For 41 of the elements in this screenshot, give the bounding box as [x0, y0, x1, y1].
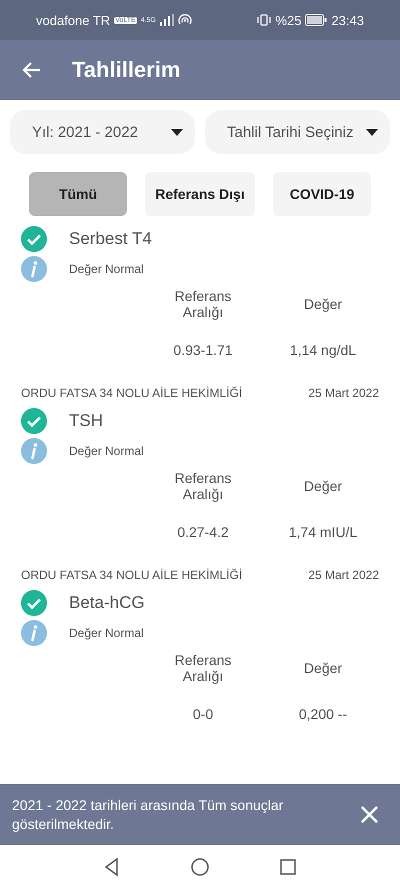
snackbar-message: 2021 - 2022 tarihleri arasında Tüm sonuçlar gösterilmektedir. [12, 796, 284, 834]
dropdown[interactable]: Yıl: 2021 - 2022 [10, 110, 195, 154]
clock: 23:43 [331, 12, 364, 28]
dropdown[interactable]: Tahlil Tarihi Seçiniz [205, 110, 390, 154]
filter-chip[interactable]: Tümü [29, 172, 127, 216]
test-name: TSH [69, 411, 103, 431]
column-heading: Referans Aralığı [174, 652, 232, 684]
status-text: Değer Normal [69, 626, 144, 640]
status-text: Değer Normal [69, 444, 144, 458]
filter-chip[interactable]: COVID-19 [273, 172, 371, 216]
column-heading: Değer [302, 660, 344, 676]
reference-range: 0.93-1.71 [173, 342, 233, 358]
carrier-name: vodafone TR [36, 12, 110, 28]
filter-chip[interactable]: Referans Dışı [145, 172, 255, 216]
recents-icon[interactable] [278, 856, 298, 876]
caret-icon [366, 128, 378, 136]
lab-name: ORDU FATSA 34 NOLU AİLE HEKİMLİĞİ [21, 568, 242, 582]
signal-icon [160, 14, 174, 26]
screen-title: Tahlillerim [72, 57, 180, 83]
battery-percent: %25 [275, 12, 302, 28]
result-value: 1,74 mIU/L [288, 524, 358, 540]
vibrate-icon [257, 14, 272, 26]
reference-range: 0-0 [192, 706, 214, 722]
result-date: 25 Mart 2022 [308, 386, 379, 400]
column-heading: Referans Aralığı [174, 470, 232, 502]
test-name: Serbest T4 [69, 229, 152, 249]
test-name: Beta-hCG [69, 593, 145, 613]
result-value: 1,14 ng/dL [290, 342, 356, 358]
reference-range: 0.27-4.2 [177, 524, 229, 540]
column-heading: Değer [302, 296, 344, 312]
status-text: Değer Normal [69, 262, 144, 276]
close-button[interactable]: × [350, 797, 388, 832]
result-date: 25 Mart 2022 [308, 568, 379, 582]
battery-icon [305, 14, 328, 26]
column-heading: Değer [302, 478, 344, 494]
home-icon[interactable] [190, 856, 210, 876]
column-heading: Referans Aralığı [174, 288, 232, 320]
result-value: 0,200 -- [298, 706, 348, 722]
caret-icon [171, 128, 183, 136]
lab-name: ORDU FATSA 34 NOLU AİLE HEKİMLİĞİ [21, 386, 242, 400]
hotspot-icon [178, 14, 192, 26]
